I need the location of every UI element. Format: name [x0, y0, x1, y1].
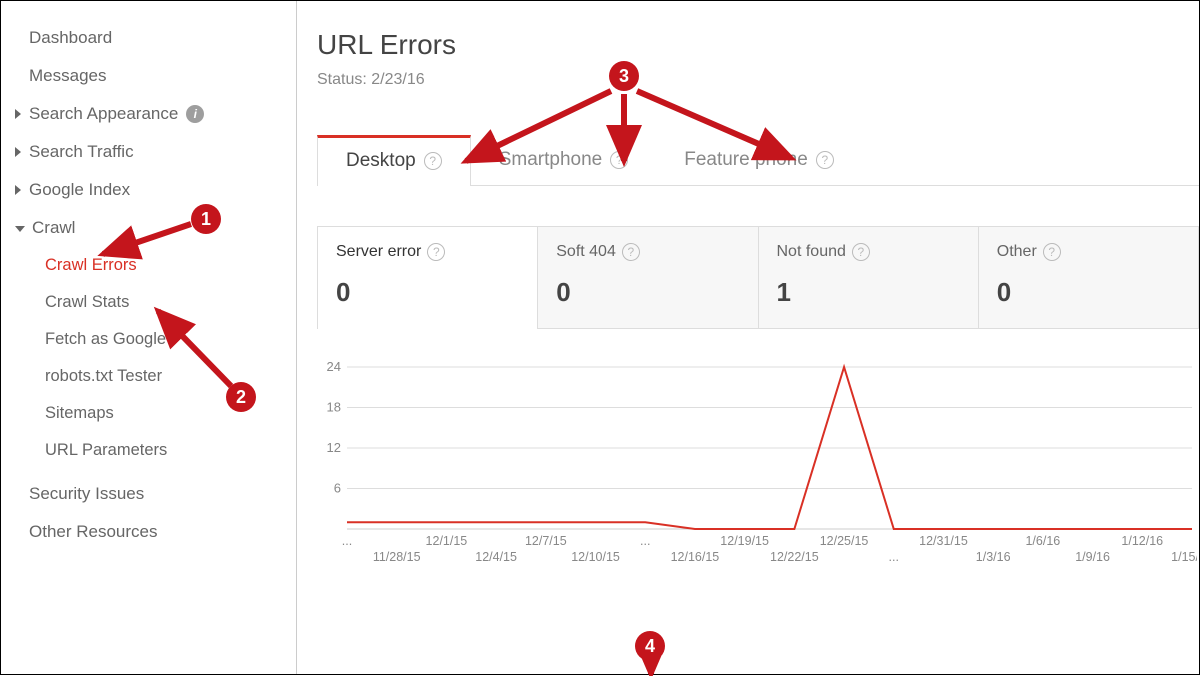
svg-text:12: 12: [327, 440, 341, 455]
svg-text:12/16/15: 12/16/15: [671, 550, 720, 564]
card-label: Other ?: [997, 243, 1180, 261]
svg-text:1/15/16: 1/15/16: [1171, 550, 1197, 564]
tab-label: Desktop: [346, 150, 416, 172]
svg-text:18: 18: [327, 400, 341, 415]
svg-text:1/9/16: 1/9/16: [1075, 550, 1110, 564]
status-line: Status: 2/23/16: [317, 71, 1199, 89]
svg-text:12/19/15: 12/19/15: [720, 534, 769, 548]
sidebar-item-label: Search Appearance: [29, 104, 178, 124]
card-label-text: Not found: [777, 243, 846, 261]
chevron-down-icon: [15, 226, 25, 232]
sidebar-item-crawl[interactable]: Crawl: [1, 209, 296, 247]
help-icon[interactable]: ?: [622, 243, 640, 261]
card-label-text: Other: [997, 243, 1037, 261]
card-label: Server error ?: [336, 243, 519, 261]
tab-smartphone[interactable]: Smartphone ?: [471, 135, 657, 185]
svg-text:24: 24: [327, 359, 341, 374]
tab-desktop[interactable]: Desktop ?: [317, 135, 471, 186]
info-icon: i: [186, 105, 204, 123]
card-label: Not found ?: [777, 243, 960, 261]
svg-text:12/4/15: 12/4/15: [475, 550, 517, 564]
svg-text:...: ...: [342, 534, 352, 548]
sidebar-item-messages[interactable]: Messages: [1, 57, 296, 95]
card-server-error[interactable]: Server error ? 0: [317, 226, 538, 329]
help-icon[interactable]: ?: [816, 151, 834, 169]
sidebar-item-crawl-stats[interactable]: Crawl Stats: [1, 284, 296, 321]
status-label: Status:: [317, 71, 367, 88]
svg-text:12/25/15: 12/25/15: [820, 534, 869, 548]
sidebar-item-label: Google Index: [29, 180, 130, 200]
sidebar-item-search-traffic[interactable]: Search Traffic: [1, 133, 296, 171]
sidebar-item-crawl-errors[interactable]: Crawl Errors: [1, 247, 296, 284]
sidebar-item-fetch-as-google[interactable]: Fetch as Google: [1, 321, 296, 358]
help-icon[interactable]: ?: [852, 243, 870, 261]
sidebar-item-google-index[interactable]: Google Index: [1, 171, 296, 209]
sidebar-item-label: Crawl: [32, 218, 75, 238]
sidebar-item-robots-tester[interactable]: robots.txt Tester: [1, 358, 296, 395]
svg-text:1/3/16: 1/3/16: [976, 550, 1011, 564]
page-title: URL Errors: [317, 29, 1199, 61]
svg-text:11/28/15: 11/28/15: [373, 550, 421, 564]
card-value: 0: [997, 277, 1180, 308]
svg-text:...: ...: [640, 534, 650, 548]
help-icon[interactable]: ?: [424, 152, 442, 170]
card-label-text: Server error: [336, 243, 421, 261]
svg-text:...: ...: [889, 550, 899, 564]
card-label: Soft 404 ?: [556, 243, 739, 261]
svg-text:12/22/15: 12/22/15: [770, 550, 819, 564]
sidebar-item-other-resources[interactable]: Other Resources: [1, 513, 296, 551]
svg-text:12/1/15: 12/1/15: [426, 534, 468, 548]
error-cards: Server error ? 0 Soft 404 ? 0 Not found …: [317, 226, 1199, 329]
sidebar-item-search-appearance[interactable]: Search Appearance i: [1, 95, 296, 133]
sidebar-item-label: Search Traffic: [29, 142, 134, 162]
svg-text:6: 6: [334, 481, 341, 496]
sidebar-item-url-parameters[interactable]: URL Parameters: [1, 432, 296, 469]
help-icon[interactable]: ?: [1043, 243, 1061, 261]
card-soft-404[interactable]: Soft 404 ? 0: [538, 226, 758, 329]
help-icon[interactable]: ?: [610, 151, 628, 169]
sidebar-item-dashboard[interactable]: Dashboard: [1, 19, 296, 57]
chevron-right-icon: [15, 185, 21, 195]
svg-text:12/7/15: 12/7/15: [525, 534, 567, 548]
chevron-right-icon: [15, 147, 21, 157]
card-value: 0: [556, 277, 739, 308]
card-value: 1: [777, 277, 960, 308]
chevron-right-icon: [15, 109, 21, 119]
device-tabs: Desktop ? Smartphone ? Feature phone ?: [317, 135, 1199, 186]
help-icon[interactable]: ?: [427, 243, 445, 261]
status-date: 2/23/16: [371, 71, 424, 88]
main-content: URL Errors Status: 2/23/16 Desktop ? Sma…: [297, 1, 1199, 674]
svg-text:1/12/16: 1/12/16: [1121, 534, 1163, 548]
svg-text:1/6/16: 1/6/16: [1025, 534, 1060, 548]
card-not-found[interactable]: Not found ? 1: [759, 226, 979, 329]
svg-text:12/10/15: 12/10/15: [571, 550, 620, 564]
tab-label: Smartphone: [499, 149, 603, 171]
chart-svg: 6 12 18 24... 11/28/15 12/1/15 12/4/15 12/7/15 1…: [317, 357, 1197, 577]
tab-feature-phone[interactable]: Feature phone ?: [656, 135, 862, 185]
card-value: 0: [336, 277, 519, 308]
card-other[interactable]: Other ? 0: [979, 226, 1199, 329]
sidebar-item-sitemaps[interactable]: Sitemaps: [1, 395, 296, 432]
svg-text:12/31/15: 12/31/15: [919, 534, 968, 548]
error-chart: 6 12 18 24... 11/28/15 12/1/15 12/4/15 12/7/15 1…: [317, 357, 1199, 577]
sidebar: Dashboard Messages Search Appearance i S…: [1, 1, 296, 674]
sidebar-item-security-issues[interactable]: Security Issues: [1, 475, 296, 513]
tab-label: Feature phone: [684, 149, 808, 171]
card-label-text: Soft 404: [556, 243, 616, 261]
